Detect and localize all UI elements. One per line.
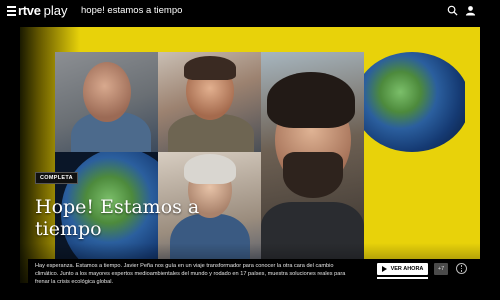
photo-man bbox=[158, 52, 261, 152]
top-bar: rtve play hope! estamos a tiempo bbox=[0, 0, 500, 22]
age-rating-badge: +7 bbox=[434, 263, 448, 275]
info-bar: Hay esperanza. Estamos a tiempo. Javier … bbox=[28, 259, 480, 286]
search-icon[interactable] bbox=[447, 5, 458, 16]
hero-description: Hay esperanza. Estamos a tiempo. Javier … bbox=[35, 263, 346, 285]
earth-globe bbox=[364, 52, 465, 152]
user-icon[interactable] bbox=[465, 5, 476, 16]
watch-now-label: VER AHORA bbox=[390, 266, 424, 272]
logo-brand: rtve bbox=[18, 3, 41, 18]
logo-product: play bbox=[43, 3, 68, 18]
page-title: hope! estamos a tiempo bbox=[81, 5, 183, 16]
photo-elderly-man bbox=[55, 52, 158, 152]
more-options-icon[interactable] bbox=[456, 263, 467, 274]
watch-now-button[interactable]: VER AHORA bbox=[377, 263, 428, 275]
photo-earth-top bbox=[364, 52, 465, 152]
menu-icon[interactable] bbox=[7, 6, 16, 16]
hero-title: Hope! Estamos a tiempo bbox=[35, 196, 200, 240]
watch-progress-bar bbox=[377, 277, 428, 279]
rtve-play-logo[interactable]: rtve play bbox=[18, 3, 68, 19]
play-icon bbox=[381, 266, 387, 272]
hero-banner[interactable] bbox=[20, 27, 480, 283]
status-badge: COMPLETA bbox=[35, 172, 78, 184]
